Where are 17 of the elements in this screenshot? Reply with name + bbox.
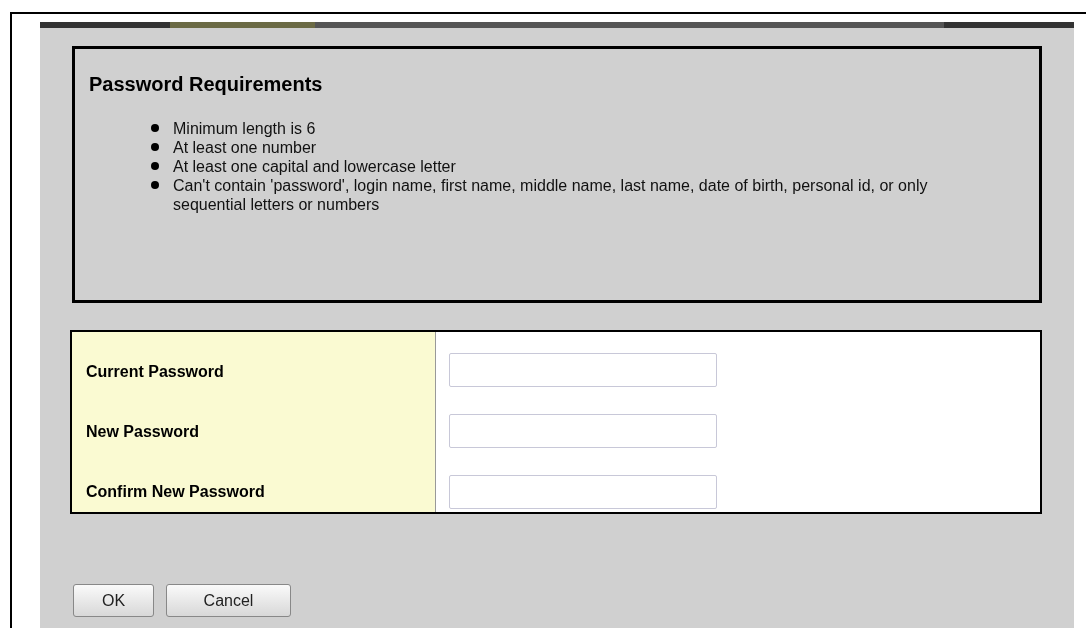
cancel-button[interactable]: Cancel xyxy=(166,584,291,617)
field-label: Current Password xyxy=(86,362,225,382)
ok-button[interactable]: OK xyxy=(73,584,154,617)
password-field[interactable] xyxy=(449,414,717,448)
field-label: New Password xyxy=(86,422,200,442)
requirement-text: Minimum length is 6 xyxy=(173,119,317,138)
requirement-text: Can't contain 'password', login name, first name, middle name, last name, date of birth, personal id, or only sequential letters or numbers xyxy=(173,176,929,214)
field-label: Confirm New Password xyxy=(86,482,266,502)
requirement-text: At least one capital and lowercase letter xyxy=(173,157,457,176)
bullet-icon xyxy=(151,124,159,132)
bullet-icon xyxy=(151,181,159,189)
requirement-text: At least one number xyxy=(173,138,318,157)
password-field[interactable] xyxy=(449,353,717,387)
password-field[interactable] xyxy=(449,475,717,509)
bullet-icon xyxy=(151,143,159,151)
bullet-icon xyxy=(151,162,159,170)
requirements-title: Password Requirements xyxy=(89,72,324,97)
